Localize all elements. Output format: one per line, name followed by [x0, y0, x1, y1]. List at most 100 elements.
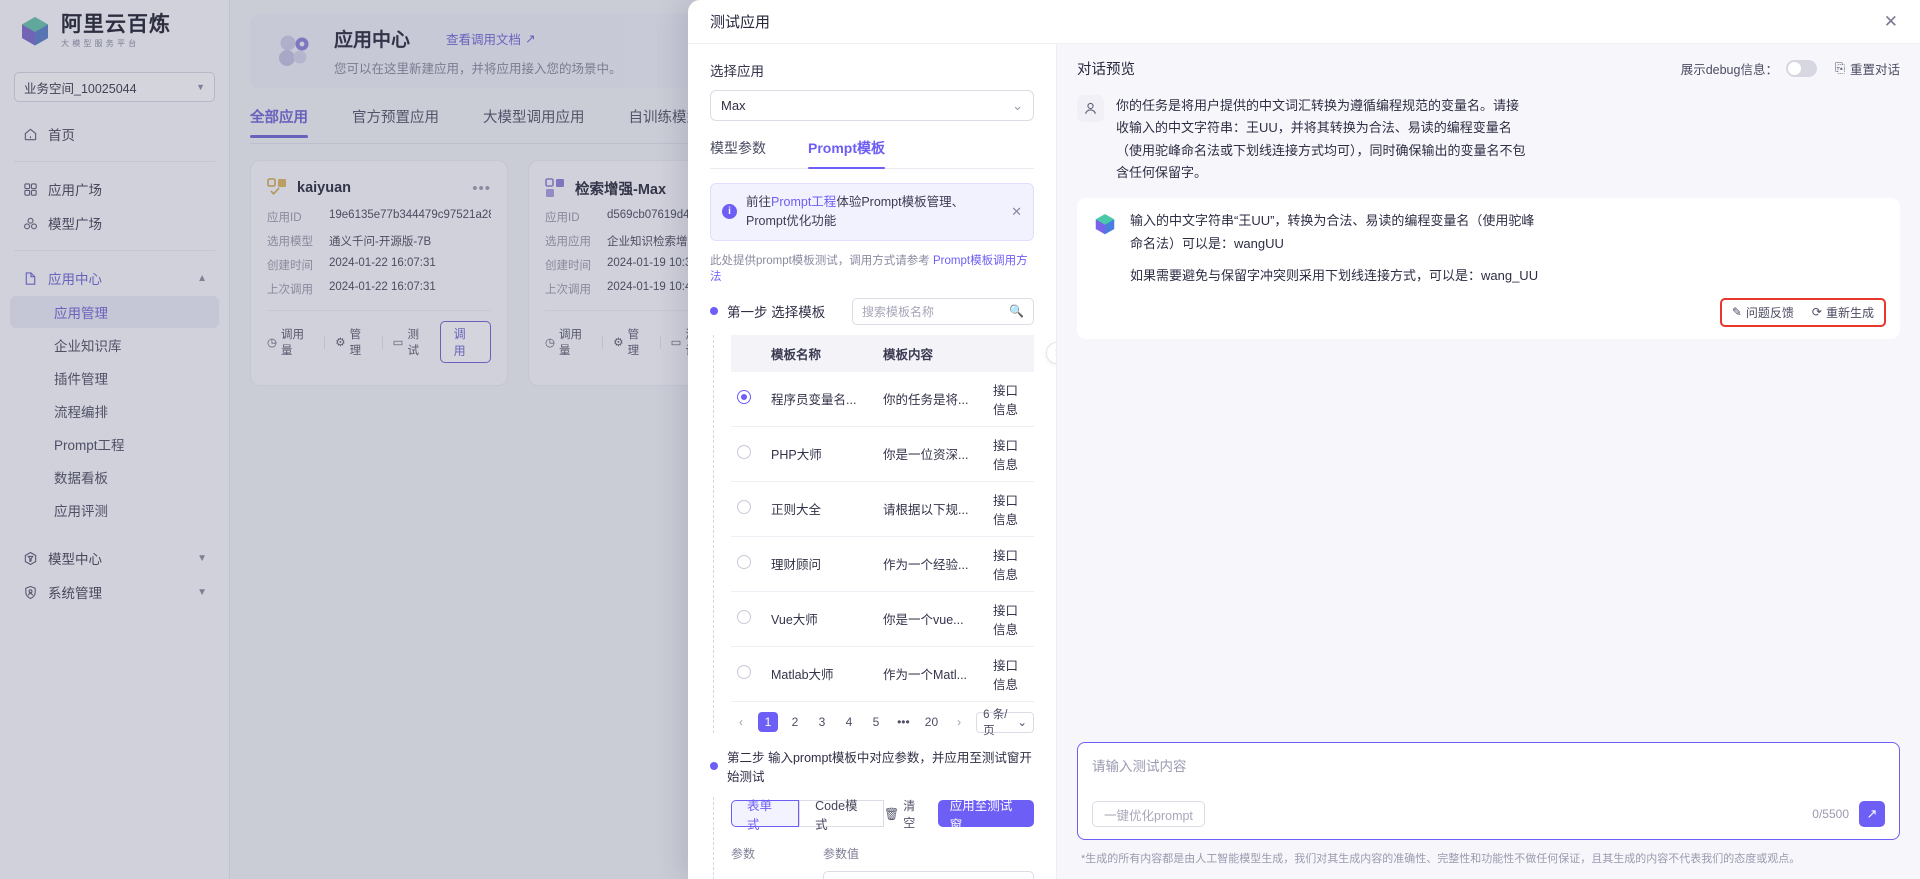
alert-text: 前往Prompt工程体验Prompt模板管理、Prompt优化功能 — [746, 193, 1002, 231]
message-composer[interactable]: 请输入测试内容 一键优化prompt 0/5500 ↗ — [1077, 742, 1900, 841]
field-value: 2024-01-22 16:07:31 — [329, 281, 436, 293]
row-radio-cell[interactable] — [731, 481, 765, 537]
prompt-engineering-link[interactable]: Prompt工程 — [771, 195, 836, 209]
form-mode-button[interactable]: 表单式 — [731, 799, 800, 832]
table-row[interactable]: 理财顾问 作为一个经验... 接口信息 — [731, 536, 1034, 592]
sidebar-item-flow-orchestration[interactable]: 流程编排 — [10, 395, 219, 427]
table-row[interactable]: PHP大师 你是一位资深... 接口信息 — [731, 426, 1034, 482]
gear-icon: ⚙ — [335, 337, 346, 349]
page-5-button[interactable]: 5 — [866, 712, 886, 732]
close-icon[interactable]: ✕ — [1011, 204, 1022, 220]
table-row[interactable]: Vue大师 你是一个vue... 接口信息 — [731, 591, 1034, 647]
api-info-link[interactable]: 接口信息 — [987, 426, 1034, 482]
test-action[interactable]: ▭测试 — [393, 326, 430, 358]
search-template-input[interactable]: 搜索模板名称 🔍 — [852, 297, 1034, 325]
page-ellipsis[interactable]: ••• — [893, 712, 914, 732]
view-docs-link[interactable]: 查看调用文档 ↗ — [446, 29, 536, 48]
page-3-button[interactable]: 3 — [812, 712, 832, 732]
radio-icon[interactable] — [737, 390, 751, 404]
sidebar-item-app-plaza[interactable]: 应用广场 — [10, 172, 219, 206]
preview-header: 对话预览 展示debug信息： ⎘ 重置对话 — [1077, 58, 1900, 79]
row-content: 请根据以下规... — [877, 481, 987, 537]
send-icon[interactable]: ↗ — [1859, 801, 1885, 828]
collapse-panel-button[interactable]: › — [1046, 342, 1056, 364]
api-info-link[interactable]: 接口信息 — [987, 371, 1034, 427]
clock-icon: ◷ — [545, 337, 556, 349]
page-prev-button[interactable]: ‹ — [731, 712, 751, 732]
apply-to-test-button[interactable]: 应用至测试窗 — [937, 799, 1034, 832]
param-row: *name 王UU — [731, 870, 1034, 879]
code-mode-button[interactable]: Code模式 — [799, 799, 885, 832]
page-last-button[interactable]: 20 — [921, 712, 942, 732]
chevron-down-icon: ▼ — [197, 552, 207, 564]
page-1-button[interactable]: 1 — [758, 712, 778, 732]
page-next-button[interactable]: › — [949, 712, 969, 732]
usage-action[interactable]: ◷调用量 — [545, 326, 592, 358]
row-name: Matlab大师 — [765, 646, 877, 702]
radio-icon[interactable] — [737, 555, 751, 569]
radio-icon[interactable] — [737, 665, 751, 679]
page-2-button[interactable]: 2 — [785, 712, 805, 732]
reset-conversation-button[interactable]: ⎘ 重置对话 — [1835, 59, 1900, 78]
modal-tabs: 模型参数 Prompt模板 — [710, 138, 1034, 169]
sidebar-item-app-management[interactable]: 应用管理 — [10, 296, 219, 328]
table-header-radio — [731, 334, 765, 372]
api-info-link[interactable]: 接口信息 — [987, 536, 1034, 592]
param-table-header: 参数 参数值 — [731, 845, 1034, 862]
sidebar-item-label: 流程编排 — [54, 405, 108, 420]
table-row[interactable]: 正则大全 请根据以下规... 接口信息 — [731, 481, 1034, 537]
more-icon[interactable]: ••• — [472, 180, 491, 197]
optimize-prompt-button[interactable]: 一键优化prompt — [1092, 801, 1205, 828]
regenerate-button[interactable]: ⟳ 重新生成 — [1812, 304, 1874, 321]
manage-action[interactable]: ⚙管理 — [335, 326, 371, 358]
tab-llm-apps[interactable]: 大模型调用应用 — [483, 106, 585, 137]
step-dot-icon — [710, 761, 718, 770]
row-content: 你是一个vue... — [877, 591, 987, 647]
row-radio-cell[interactable] — [731, 426, 765, 482]
model-icon — [22, 215, 38, 231]
manage-action[interactable]: ⚙管理 — [613, 326, 649, 358]
feedback-button[interactable]: ✎ 问题反馈 — [1732, 304, 1794, 321]
page-4-button[interactable]: 4 — [839, 712, 859, 732]
row-radio-cell[interactable] — [731, 536, 765, 592]
table-row[interactable]: Matlab大师 作为一个Matl... 接口信息 — [731, 646, 1034, 702]
close-icon[interactable]: ✕ — [1884, 13, 1898, 30]
sidebar-item-system-management[interactable]: 系统管理 ▼ — [10, 575, 219, 609]
row-name: PHP大师 — [765, 426, 877, 482]
sidebar-item-model-plaza[interactable]: 模型广场 — [10, 206, 219, 240]
tab-model-params[interactable]: 模型参数 — [710, 138, 766, 168]
sidebar-item-prompt-engineering[interactable]: Prompt工程 — [10, 428, 219, 460]
app-card[interactable]: kaiyuan ••• 应用ID 19e6135e77b344479c97521a… — [250, 160, 508, 386]
sidebar-item-knowledge-base[interactable]: 企业知识库 — [10, 329, 219, 361]
api-info-link[interactable]: 接口信息 — [987, 591, 1034, 647]
api-info-link[interactable]: 接口信息 — [987, 646, 1034, 702]
modal-left-panel: 选择应用 Max ⌄ 模型参数 Prompt模板 i 前往Prompt工程体验P… — [688, 44, 1056, 879]
radio-icon[interactable] — [737, 610, 751, 624]
sidebar-item-data-dashboard[interactable]: 数据看板 — [10, 461, 219, 493]
api-info-link[interactable]: 接口信息 — [987, 481, 1034, 537]
clear-label: 清空 — [903, 798, 916, 830]
tab-official-apps[interactable]: 官方预置应用 — [352, 106, 439, 137]
sidebar-item-app-evaluation[interactable]: 应用评测 — [10, 494, 219, 526]
param-value-input[interactable]: 王UU — [823, 870, 1034, 879]
tab-prompt-template[interactable]: Prompt模板 — [808, 138, 885, 169]
row-radio-cell[interactable] — [731, 646, 765, 702]
tab-all-apps[interactable]: 全部应用 — [250, 106, 308, 138]
row-radio-cell[interactable] — [731, 371, 765, 427]
table-row[interactable]: 程序员变量名... 你的任务是将... 接口信息 — [731, 371, 1034, 427]
workspace-select[interactable]: 业务空间_10025044 ▼ — [14, 72, 215, 102]
debug-toggle[interactable] — [1785, 60, 1817, 77]
radio-icon[interactable] — [737, 500, 751, 514]
sidebar-item-model-center[interactable]: 模型中心 ▼ — [10, 541, 219, 575]
radio-icon[interactable] — [737, 445, 751, 459]
page-size-select[interactable]: 6 条/页 ⌄ — [976, 709, 1034, 737]
sidebar-item-plugin-management[interactable]: 插件管理 — [10, 362, 219, 394]
app-select[interactable]: Max ⌄ — [710, 90, 1034, 121]
sidebar-item-home[interactable]: 首页 — [10, 117, 219, 151]
clear-button[interactable]: 🗑 清空 — [884, 797, 926, 831]
call-button[interactable]: 调用 — [439, 321, 491, 363]
usage-action[interactable]: ◷调用量 — [267, 326, 314, 358]
sidebar-item-app-center[interactable]: 应用中心 ▲ — [10, 261, 219, 295]
debug-toggle-group[interactable]: 展示debug信息： — [1681, 59, 1817, 78]
row-radio-cell[interactable] — [731, 591, 765, 647]
